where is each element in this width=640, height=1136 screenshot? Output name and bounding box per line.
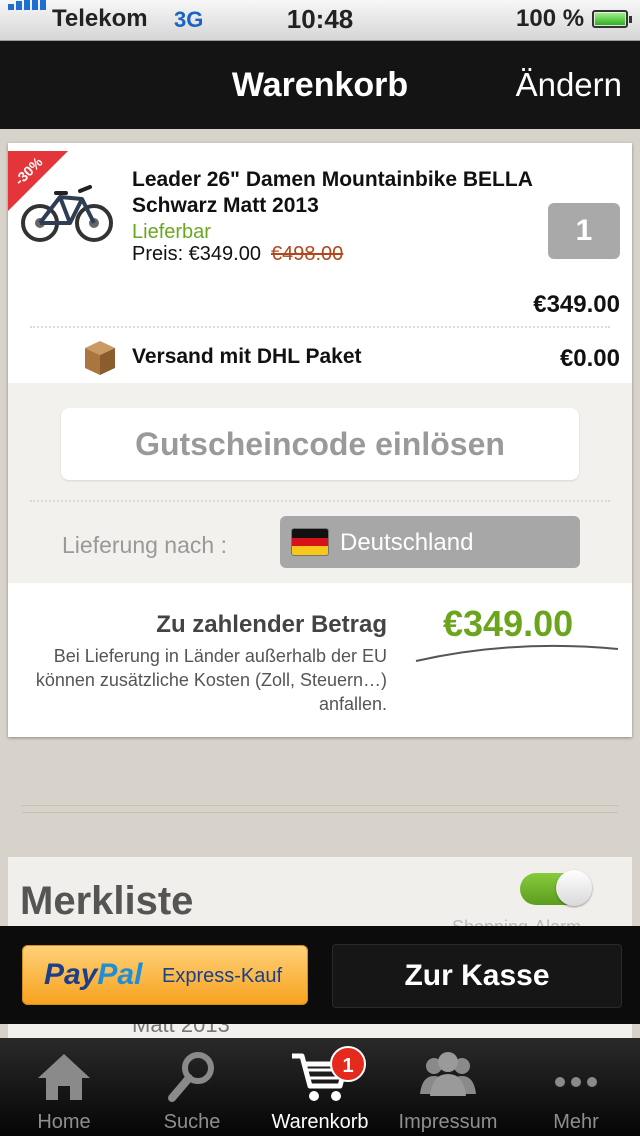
tab-label: Mehr	[553, 1111, 599, 1133]
tab-label: Home	[37, 1111, 91, 1133]
package-icon	[85, 341, 115, 375]
separator-line	[22, 812, 618, 813]
tab-search[interactable]: Suche	[128, 1038, 256, 1136]
wishlist-section: Merkliste Shopping-Alarm	[8, 857, 632, 937]
divider	[30, 326, 610, 328]
country-name: Deutschland	[340, 529, 474, 556]
paypal-express-label: Express-Kauf	[162, 965, 283, 987]
tab-home[interactable]: Home	[0, 1038, 128, 1136]
separator-line	[22, 805, 618, 806]
more-icon	[555, 1077, 597, 1087]
product-image[interactable]	[20, 173, 114, 247]
wishlist-item-peek: Matt 2013	[8, 1024, 632, 1038]
tab-more[interactable]: Mehr	[512, 1038, 640, 1136]
delivery-label: Lieferung nach :	[62, 532, 227, 558]
germany-flag-icon	[292, 529, 328, 555]
tab-impressum[interactable]: Impressum	[384, 1038, 512, 1136]
search-icon	[168, 1052, 214, 1102]
wishlist-item-title: Matt 2013	[132, 1024, 230, 1037]
shopping-alarm-toggle[interactable]	[520, 870, 592, 906]
edit-button[interactable]: Ändern	[516, 66, 622, 104]
checkout-action-bar: PayPal Express-Kauf Zur Kasse	[0, 926, 640, 1024]
availability-status: Lieferbar	[132, 221, 211, 243]
customs-note: Bei Lieferung in Länder außerhalb der EU…	[35, 646, 387, 714]
country-select[interactable]: Deutschland	[280, 516, 580, 568]
tab-label: Suche	[163, 1111, 221, 1133]
navigation-bar: Warenkorb Ändern	[0, 41, 640, 129]
cart-card: -30% Leader 26" Damen Mountainbike BELLA…	[8, 143, 632, 737]
cart-count-badge: 1	[330, 1046, 366, 1082]
swoosh-decoration	[415, 644, 619, 662]
redeem-coupon-button[interactable]: Gutscheincode einlösen	[61, 408, 579, 480]
current-price: Preis: €349.00	[132, 243, 261, 265]
tab-label: Impressum	[398, 1111, 498, 1133]
battery-percent: 100 %	[516, 5, 585, 32]
shipping-method: Versand mit DHL Paket	[132, 345, 362, 368]
home-icon	[38, 1054, 90, 1100]
tab-bar: Home Suche 1 Warenkorb Impressum Mehr	[0, 1038, 640, 1136]
old-price: €498.00	[270, 243, 344, 265]
wishlist-title: Merkliste	[20, 879, 194, 923]
line-total: €349.00	[533, 291, 620, 318]
checkout-button[interactable]: Zur Kasse	[332, 944, 622, 1008]
paypal-logo: PayPal	[44, 958, 143, 991]
paypal-express-button[interactable]: PayPal Express-Kauf	[22, 945, 308, 1005]
shipping-price: €0.00	[559, 345, 620, 372]
status-bar: Telekom 3G 10:48 100 %	[0, 0, 640, 41]
product-price: Preis: €349.00 €498.00	[132, 243, 343, 266]
people-icon	[420, 1052, 476, 1096]
tab-cart[interactable]: 1 Warenkorb	[256, 1038, 384, 1136]
divider	[30, 500, 610, 502]
tab-label: Warenkorb	[271, 1111, 369, 1133]
battery-icon	[592, 10, 632, 28]
product-title[interactable]: Leader 26" Damen Mountainbike BELLA Schw…	[132, 167, 572, 219]
quantity-field[interactable]: 1	[548, 203, 620, 259]
total-amount: €349.00	[443, 603, 574, 644]
total-label: Zu zahlender Betrag	[156, 611, 387, 638]
